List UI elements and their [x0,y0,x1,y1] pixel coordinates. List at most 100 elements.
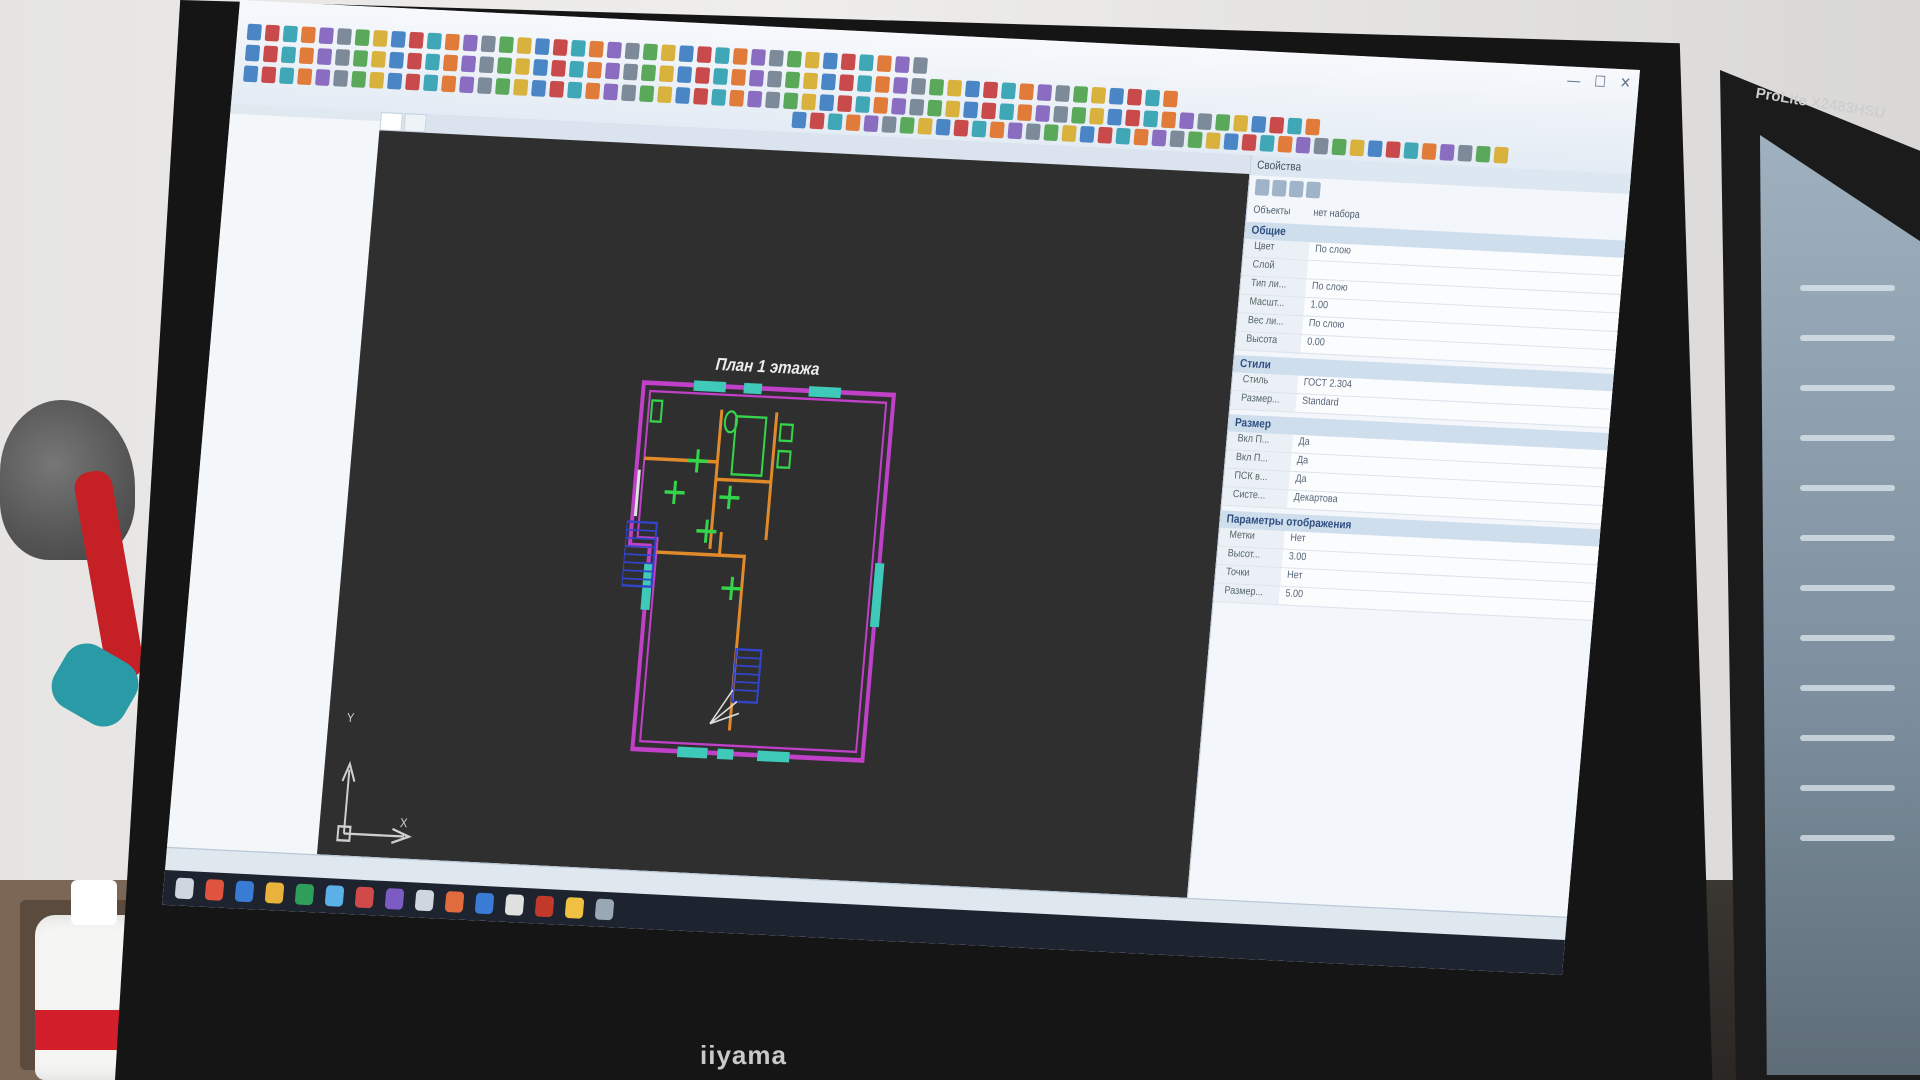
toolbar-button-icon[interactable] [351,70,367,88]
toolbar-button-icon[interactable] [935,118,951,136]
toolbar-button-icon[interactable] [838,74,855,92]
toolbar-button-icon[interactable] [802,72,819,90]
folder-icon[interactable] [264,882,285,904]
toolbar-button-icon[interactable] [747,90,763,108]
toolbar-button-icon[interactable] [1313,137,1329,155]
toolbar-button-icon[interactable] [858,54,874,72]
toolbar-button-icon[interactable] [498,36,514,54]
toolbar-button-icon[interactable] [809,112,825,130]
toolbar-button-icon[interactable] [495,78,511,95]
tree-item[interactable] [249,135,320,151]
toolbar-button-icon[interactable] [354,29,370,47]
tab-model[interactable] [379,111,403,132]
maximize-button[interactable]: ☐ [1593,72,1607,91]
toolbar-button-icon[interactable] [768,49,784,67]
toolbar-button-icon[interactable] [953,119,969,137]
toolbar-button-icon[interactable] [982,81,999,99]
toolbar-button-icon[interactable] [750,48,766,66]
toolbar-button-icon[interactable] [1097,126,1113,144]
toolbar-button-icon[interactable] [642,43,658,61]
toolbar-button-icon[interactable] [423,74,439,92]
app-icon[interactable] [474,892,495,915]
toolbar-button-icon[interactable] [243,65,259,83]
menu-item[interactable] [276,4,277,20]
toolbar-button-icon[interactable] [516,37,532,55]
toolbar-button-icon[interactable] [1179,112,1195,130]
toolbar-button-icon[interactable] [766,70,783,88]
toolbar-button-icon[interactable] [927,99,943,117]
minimize-button[interactable]: — [1566,71,1582,90]
toolbar-button-icon[interactable] [863,115,879,133]
tree-item[interactable] [258,265,309,280]
toolbar-button-icon[interactable] [424,53,441,71]
toolbar-button-icon[interactable] [660,44,676,62]
toolbar-button-icon[interactable] [567,81,583,99]
toolbar-button-icon[interactable] [917,117,933,135]
browser-icon[interactable] [204,879,225,901]
tree-item[interactable] [223,557,314,574]
tree-item[interactable] [262,217,313,232]
toolbar-button-icon[interactable] [891,97,907,115]
toolbar-button-icon[interactable] [1090,86,1107,104]
menu-item[interactable] [318,6,319,22]
toolbar-button-icon[interactable] [246,23,262,41]
app-icon[interactable] [444,891,465,913]
toolbar-button-icon[interactable] [586,61,603,79]
tree-item[interactable] [207,622,268,638]
toolbar-button-icon[interactable] [909,98,925,116]
tree-item[interactable] [210,589,251,604]
toolbar-button-icon[interactable] [1017,104,1033,122]
toolbar-button-icon[interactable] [981,102,997,120]
toolbar-button-icon[interactable] [856,75,873,93]
toolbar-button-icon[interactable] [550,59,567,77]
tree-item[interactable] [265,184,316,199]
toolbar-button-icon[interactable] [513,78,529,96]
toolbar-button-icon[interactable] [1475,145,1491,163]
toolbar-button-icon[interactable] [570,39,586,57]
toolbar-button-icon[interactable] [791,111,807,129]
toolbar-button-icon[interactable] [588,40,604,58]
toolbar-button-icon[interactable] [946,79,963,97]
tree-item[interactable] [254,314,305,329]
toolbar-button-icon[interactable] [732,48,748,65]
toolbar-button-icon[interactable] [786,50,802,68]
toolbar-button-icon[interactable] [1269,116,1285,134]
toolbar-button-icon[interactable] [819,94,835,112]
toolbar-button-icon[interactable] [899,116,915,134]
toolbar-button-icon[interactable] [442,54,459,72]
toolbar-button-icon[interactable] [1018,83,1035,101]
toolbar-button-icon[interactable] [1287,117,1303,135]
toolbar-button-icon[interactable] [460,55,477,73]
toolbar-button-icon[interactable] [621,84,637,102]
filter-icon[interactable] [1288,180,1304,198]
tree-item[interactable] [261,233,312,248]
toolbar-button-icon[interactable] [334,49,351,67]
toolbar-button-icon[interactable] [333,69,349,87]
toolbar-button-icon[interactable] [372,30,388,47]
drawing-canvas[interactable]: План 1 этажа X Y [317,130,1250,898]
tree-item[interactable] [253,330,304,345]
toolbar-button-icon[interactable] [426,32,442,50]
toolbar-button-icon[interactable] [748,69,765,87]
app-icon[interactable] [594,898,615,921]
tree-item[interactable] [251,347,302,362]
quick-select-icon[interactable] [1271,179,1287,197]
toolbar-button-icon[interactable] [1115,127,1131,145]
tree-item[interactable] [227,509,298,525]
tree-item[interactable] [257,167,308,182]
toolbar-button-icon[interactable] [444,33,460,51]
toolbar-button-icon[interactable] [315,69,331,86]
toolbar-button-icon[interactable] [971,120,987,138]
app-icon[interactable] [414,889,435,912]
toolbar-button-icon[interactable] [729,89,745,107]
toolbar-button-icon[interactable] [477,77,493,95]
toolbar-button-icon[interactable] [408,31,424,49]
toolbar-button-icon[interactable] [1054,85,1071,103]
toolbar-button-icon[interactable] [478,56,495,74]
toolbar-button-icon[interactable] [1251,115,1267,133]
toolbar-button-icon[interactable] [264,24,280,42]
toolbar-button-icon[interactable] [730,68,747,86]
toolbar-button-icon[interactable] [549,80,565,98]
toolbar-button-icon[interactable] [1421,143,1437,160]
tree-item[interactable] [224,541,315,558]
